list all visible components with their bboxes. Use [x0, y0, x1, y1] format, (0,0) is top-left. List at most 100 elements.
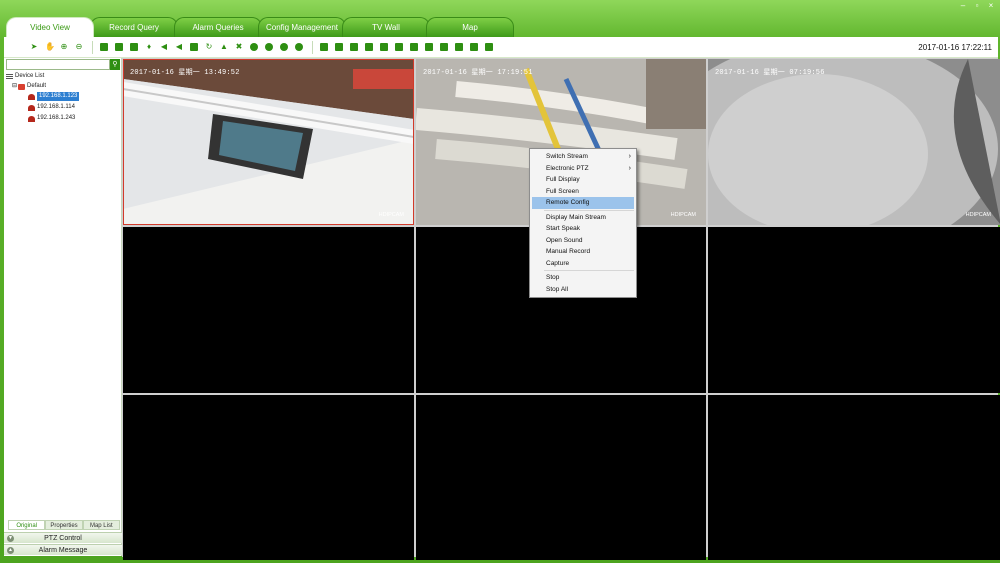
menu-item-label: Stop	[546, 274, 560, 281]
refresh-icon[interactable]: ↻	[205, 43, 213, 51]
panel-tabs: Original Properties Map List	[8, 520, 120, 530]
alarm-message-bar[interactable]: ▲ Alarm Message	[4, 544, 122, 555]
tree-device[interactable]: 192.168.1.243	[28, 114, 75, 123]
fullscreen-icon[interactable]	[100, 43, 108, 51]
layout-64-icon[interactable]	[485, 43, 493, 51]
menu-item-display-main-stream[interactable]: Display Main Stream	[530, 212, 636, 224]
menu-item-label: Display Main Stream	[546, 213, 606, 221]
video-cell[interactable]	[123, 227, 414, 393]
tree-root[interactable]: Device List	[6, 72, 44, 81]
video-cell[interactable]: 2017-01-16 星期一 07:19:56 HDIPCAM	[708, 59, 1000, 225]
layout-13-icon[interactable]	[410, 43, 418, 51]
layout-49-icon[interactable]	[470, 43, 478, 51]
device-panel: ⚲ Device List ⊟ Default 192.168.1.123 19…	[4, 58, 122, 556]
menu-item-manual-record[interactable]: Manual Record	[530, 246, 636, 258]
speaker-icon[interactable]: ◀	[160, 43, 168, 51]
menu-item-open-sound[interactable]: Open Sound	[530, 235, 636, 247]
hand-icon[interactable]: ✋	[45, 43, 55, 51]
tab-map[interactable]: Map	[426, 17, 514, 37]
layout-8-icon[interactable]	[365, 43, 373, 51]
menu-item-label: Full Screen	[546, 187, 579, 195]
close-icon[interactable]: ×	[984, 1, 998, 10]
ptz-control-bar[interactable]: ▼ PTZ Control	[4, 532, 122, 543]
maximize-icon[interactable]: ▫	[970, 1, 984, 10]
toolbar-separator	[312, 40, 313, 54]
tab-tv-wall[interactable]: TV Wall	[342, 17, 430, 37]
video-grid: 2017-01-16 星期一 13:49:52 HDIPCAM 2017-01-16…	[122, 58, 1000, 560]
grid-icon[interactable]	[115, 43, 123, 51]
tree-device[interactable]: 192.168.1.114	[28, 103, 75, 112]
video-watermark: HDIPCAM	[670, 212, 696, 218]
menu-separator	[544, 270, 634, 271]
layout-6-icon[interactable]	[350, 43, 358, 51]
play-icon[interactable]	[265, 43, 273, 51]
zoom-in-icon[interactable]: ⊕	[60, 43, 68, 51]
tab-alarm-queries[interactable]: Alarm Queries	[174, 17, 262, 37]
pointer-icon[interactable]: ➤	[30, 43, 38, 51]
pause-icon[interactable]	[280, 43, 288, 51]
chevron-up-icon: ▲	[7, 547, 14, 554]
video-cell[interactable]	[708, 227, 1000, 393]
tree-device-label: 192.168.1.123	[37, 92, 80, 101]
menu-item-label: Manual Record	[546, 248, 591, 255]
minimize-icon[interactable]: –	[956, 1, 970, 10]
menu-item-label: Switch Stream	[546, 153, 588, 160]
preset-icon[interactable]: ▲	[220, 43, 228, 51]
video-timestamp: 2017-01-16 星期一 13:49:52	[130, 69, 240, 77]
device-tree: Device List ⊟ Default 192.168.1.123 192.…	[6, 72, 120, 520]
tab-original[interactable]: Original	[8, 520, 46, 530]
video-watermark: HDIPCAM	[965, 212, 991, 218]
layout-1-icon[interactable]	[320, 43, 328, 51]
video-cell[interactable]: 2017-01-16 星期一 13:49:52 HDIPCAM	[123, 59, 414, 225]
video-cell[interactable]	[123, 395, 414, 560]
tab-config-management[interactable]: Config Management	[258, 17, 346, 37]
menu-item-stop[interactable]: Stop	[530, 272, 636, 284]
layout-9-icon[interactable]	[380, 43, 388, 51]
layout-10-icon[interactable]	[395, 43, 403, 51]
datetime-display: 2017-01-16 17:22:11	[918, 43, 992, 52]
video-cell[interactable]	[708, 395, 1000, 560]
tree-device-label: 192.168.1.243	[37, 115, 76, 121]
collapse-icon[interactable]: ⊟	[12, 82, 17, 91]
video-cell[interactable]	[416, 395, 706, 560]
menu-item-start-speak[interactable]: Start Speak	[530, 223, 636, 235]
menu-item-stop-all[interactable]: Stop All	[530, 284, 636, 296]
mic-icon[interactable]: ♦	[145, 43, 153, 51]
tree-device[interactable]: 192.168.1.123	[28, 92, 80, 101]
search-icon[interactable]: ⚲	[110, 59, 120, 70]
tree-group[interactable]: ⊟ Default	[12, 82, 46, 91]
menu-item-label: Capture	[546, 259, 570, 267]
tree-group-label: Default	[27, 83, 47, 89]
menu-item-capture[interactable]: Capture	[530, 258, 636, 270]
search-input[interactable]	[6, 59, 110, 70]
zoom-out-icon[interactable]: ⊖	[75, 43, 83, 51]
record-icon[interactable]	[190, 43, 198, 51]
menu-item-electronic-ptz[interactable]: Electronic PTZ ›	[530, 163, 636, 175]
tab-video-view[interactable]: Video View	[6, 17, 94, 37]
layout-16-icon[interactable]	[425, 43, 433, 51]
close-all-icon[interactable]: ✖	[235, 43, 243, 51]
layout-4-icon[interactable]	[335, 43, 343, 51]
speaker-wave-icon[interactable]: ◀	[175, 43, 183, 51]
camera-feed	[708, 59, 1000, 225]
tab-properties[interactable]: Properties	[45, 520, 83, 530]
menu-item-label: Start Speak	[546, 225, 580, 232]
stop-icon[interactable]	[250, 43, 258, 51]
menu-item-switch-stream[interactable]: Switch Stream ›	[530, 151, 636, 163]
tab-record-query[interactable]: Record Query	[90, 17, 178, 37]
camera-icon	[28, 115, 35, 122]
menu-separator	[544, 209, 634, 211]
menu-item-full-display[interactable]: Full Display	[530, 174, 636, 186]
snapshot-icon[interactable]	[295, 43, 303, 51]
video-timestamp: 2017-01-16 星期一 07:19:56	[715, 69, 825, 77]
layout-36-icon[interactable]	[455, 43, 463, 51]
layout-25-icon[interactable]	[440, 43, 448, 51]
menu-item-full-screen[interactable]: Full Screen	[530, 186, 636, 198]
chevron-down-icon: ▼	[7, 535, 14, 542]
menu-item-label: Full Display	[546, 176, 580, 183]
tree-root-label: Device List	[15, 73, 45, 79]
tab-map-list[interactable]: Map List	[82, 520, 120, 530]
image-icon[interactable]	[130, 43, 138, 51]
menu-item-remote-config[interactable]: Remote Config	[532, 197, 634, 209]
ptz-control-label: PTZ Control	[44, 535, 82, 542]
